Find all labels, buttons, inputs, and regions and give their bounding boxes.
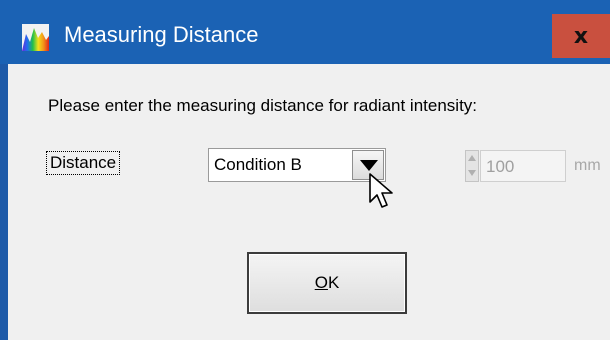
unit-label: mm (574, 157, 601, 174)
condition-select-value: Condition B (214, 155, 302, 174)
chevron-down-icon (360, 160, 378, 171)
ok-rest: K (327, 273, 340, 292)
dialog-body: Please enter the measuring distance for … (8, 64, 610, 340)
ok-button-label: OK (315, 273, 340, 293)
ok-button[interactable]: OK (247, 252, 407, 314)
mouse-pointer-icon (369, 173, 393, 208)
measuring-distance-dialog: Measuring Distance x Please enter the me… (0, 0, 610, 340)
close-icon: x (573, 23, 589, 49)
distance-spinner-buttons[interactable] (465, 150, 479, 182)
title-bar[interactable]: Measuring Distance x (0, 0, 610, 64)
spin-up-icon (468, 155, 476, 161)
ok-mnemonic: O (314, 273, 328, 292)
distance-value-input[interactable]: 100 (480, 150, 566, 182)
window-title: Measuring Distance (64, 22, 259, 47)
condition-select[interactable]: Condition B (208, 148, 386, 182)
instruction-text: Please enter the measuring distance for … (48, 96, 478, 115)
spin-down-icon (468, 170, 476, 176)
close-button[interactable]: x (552, 14, 610, 58)
spectrum-app-icon (22, 24, 49, 51)
distance-label: Distance (46, 151, 121, 175)
distance-value: 100 (486, 157, 515, 176)
